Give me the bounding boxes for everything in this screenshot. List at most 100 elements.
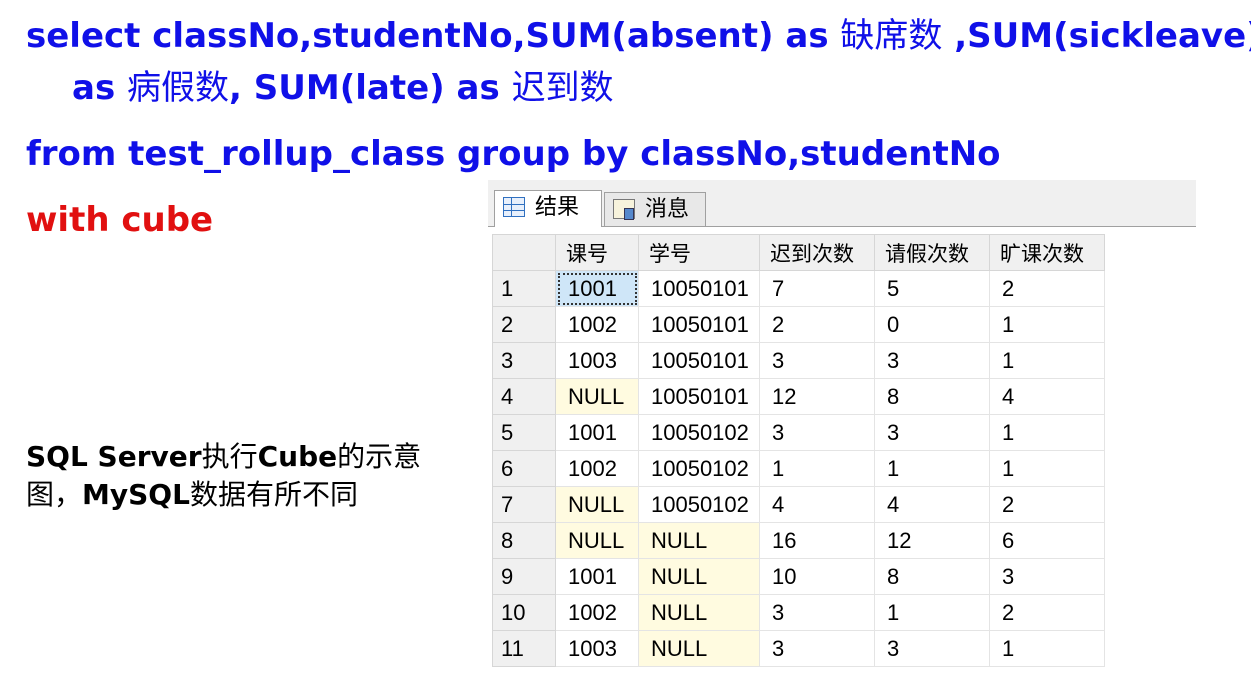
table-cell[interactable]: 8 — [874, 378, 990, 415]
column-header[interactable]: 课号 — [555, 234, 639, 271]
table-row[interactable]: 5 1001 10050102 3 3 1 — [492, 414, 1105, 451]
sql-alias: 迟到数 — [511, 68, 614, 108]
table-cell[interactable]: 10050102 — [638, 450, 760, 487]
table-cell[interactable]: NULL — [555, 522, 639, 559]
note-text: SQL Server — [26, 440, 202, 473]
table-cell[interactable]: 3 — [759, 594, 875, 631]
table-cell[interactable]: 8 — [874, 558, 990, 595]
table-cell[interactable]: 1002 — [555, 306, 639, 343]
table-cell[interactable]: 4 — [874, 486, 990, 523]
table-cell[interactable]: 1002 — [555, 450, 639, 487]
table-cell[interactable]: 10050102 — [638, 414, 760, 451]
table-cell[interactable]: NULL — [638, 522, 760, 559]
tab-messages[interactable]: 消息 — [604, 192, 706, 226]
table-cell[interactable]: 2 — [989, 270, 1105, 307]
note-text: 执行 — [201, 440, 258, 473]
row-number[interactable]: 4 — [492, 378, 556, 415]
table-cell[interactable]: NULL — [638, 594, 760, 631]
sql-alias: 病假数 — [127, 68, 230, 108]
row-number[interactable]: 7 — [492, 486, 556, 523]
table-row[interactable]: 9 1001 NULL 10 8 3 — [492, 558, 1105, 595]
sql-alias: 缺席数 — [840, 16, 943, 56]
table-cell[interactable]: 0 — [874, 306, 990, 343]
table-row[interactable]: 7 NULL 10050102 4 4 2 — [492, 486, 1105, 523]
table-cell[interactable]: 1 — [874, 450, 990, 487]
table-cell[interactable]: 12 — [759, 378, 875, 415]
column-header[interactable]: 学号 — [638, 234, 760, 271]
table-cell[interactable]: 7 — [759, 270, 875, 307]
table-cell[interactable]: 1 — [874, 594, 990, 631]
table-cell[interactable]: 6 — [989, 522, 1105, 559]
table-row[interactable]: 3 1003 10050101 3 3 1 — [492, 342, 1105, 379]
messages-icon — [613, 199, 635, 220]
table-row[interactable]: 2 1002 10050101 2 0 1 — [492, 306, 1105, 343]
row-number[interactable]: 11 — [492, 630, 556, 667]
table-cell[interactable]: 3 — [874, 630, 990, 667]
row-number[interactable]: 8 — [492, 522, 556, 559]
sql-text: select classNo,studentNo,SUM(absent) as — [26, 16, 841, 56]
table-cell[interactable]: 16 — [759, 522, 875, 559]
table-cell[interactable]: 1 — [989, 630, 1105, 667]
results-panel: 结果 消息 课号 学号 迟到次数 请假次数 旷课次数 1 1001 10050101… — [488, 180, 1196, 678]
table-cell[interactable]: 3 — [874, 342, 990, 379]
row-number[interactable]: 3 — [492, 342, 556, 379]
table-cell[interactable]: 4 — [759, 486, 875, 523]
sql-text: , SUM(late) as — [229, 68, 512, 108]
table-cell[interactable]: 1 — [759, 450, 875, 487]
table-cell[interactable]: 1002 — [555, 594, 639, 631]
table-cell[interactable]: 1 — [989, 306, 1105, 343]
table-cell[interactable]: NULL — [638, 558, 760, 595]
table-cell[interactable]: 3 — [759, 414, 875, 451]
table-cell[interactable]: 1 — [989, 414, 1105, 451]
table-cell[interactable]: 10050101 — [638, 270, 760, 307]
row-number[interactable]: 9 — [492, 558, 556, 595]
table-cell[interactable]: 10050101 — [638, 306, 760, 343]
table-cell[interactable]: 10050101 — [638, 378, 760, 415]
sql-text: ,SUM(sickleave) — [942, 16, 1251, 56]
table-cell[interactable]: 1 — [989, 450, 1105, 487]
column-header[interactable]: 旷课次数 — [989, 234, 1105, 271]
table-cell[interactable]: 3 — [989, 558, 1105, 595]
table-cell[interactable]: 4 — [989, 378, 1105, 415]
table-cell[interactable]: 1001 — [555, 414, 639, 451]
results-grid[interactable]: 课号 学号 迟到次数 请假次数 旷课次数 1 1001 10050101 7 5 2 2 10… — [492, 234, 1105, 667]
table-row[interactable]: 6 1002 10050102 1 1 1 — [492, 450, 1105, 487]
row-number[interactable]: 10 — [492, 594, 556, 631]
column-header[interactable]: 请假次数 — [874, 234, 990, 271]
table-cell[interactable]: 10050102 — [638, 486, 760, 523]
table-cell[interactable]: NULL — [555, 378, 639, 415]
table-row[interactable]: 8 NULL NULL 16 12 6 — [492, 522, 1105, 559]
row-number[interactable]: 1 — [492, 270, 556, 307]
table-cell[interactable]: 10050101 — [638, 342, 760, 379]
table-cell[interactable]: 12 — [874, 522, 990, 559]
table-row[interactable]: 11 1003 NULL 3 3 1 — [492, 630, 1105, 667]
row-header-corner — [492, 234, 556, 271]
column-header[interactable]: 迟到次数 — [759, 234, 875, 271]
table-cell[interactable]: 1001 — [555, 558, 639, 595]
row-number[interactable]: 6 — [492, 450, 556, 487]
table-cell[interactable]: NULL — [638, 630, 760, 667]
row-number[interactable]: 5 — [492, 414, 556, 451]
table-row[interactable]: 4 NULL 10050101 12 8 4 — [492, 378, 1105, 415]
table-cell[interactable]: 1 — [989, 342, 1105, 379]
tab-results[interactable]: 结果 — [494, 190, 602, 227]
results-tabbar: 结果 消息 — [488, 180, 1196, 227]
sql-line-1: select classNo,studentNo,SUM(absent) as … — [26, 14, 1251, 58]
table-cell[interactable]: 5 — [874, 270, 990, 307]
caption-note: SQL Server执行Cube的示意图，MySQL数据有所不同 — [26, 438, 466, 514]
table-cell[interactable]: 3 — [874, 414, 990, 451]
table-cell[interactable]: 10 — [759, 558, 875, 595]
tab-results-label: 结果 — [535, 195, 580, 220]
table-cell[interactable]: 3 — [759, 342, 875, 379]
table-cell[interactable]: 1001 — [555, 270, 639, 307]
table-row[interactable]: 1 1001 10050101 7 5 2 — [492, 270, 1105, 307]
table-cell[interactable]: 3 — [759, 630, 875, 667]
table-cell[interactable]: 1003 — [555, 630, 639, 667]
row-number[interactable]: 2 — [492, 306, 556, 343]
table-cell[interactable]: 1003 — [555, 342, 639, 379]
table-cell[interactable]: NULL — [555, 486, 639, 523]
table-cell[interactable]: 2 — [759, 306, 875, 343]
table-row[interactable]: 10 1002 NULL 3 1 2 — [492, 594, 1105, 631]
table-cell[interactable]: 2 — [989, 594, 1105, 631]
table-cell[interactable]: 2 — [989, 486, 1105, 523]
